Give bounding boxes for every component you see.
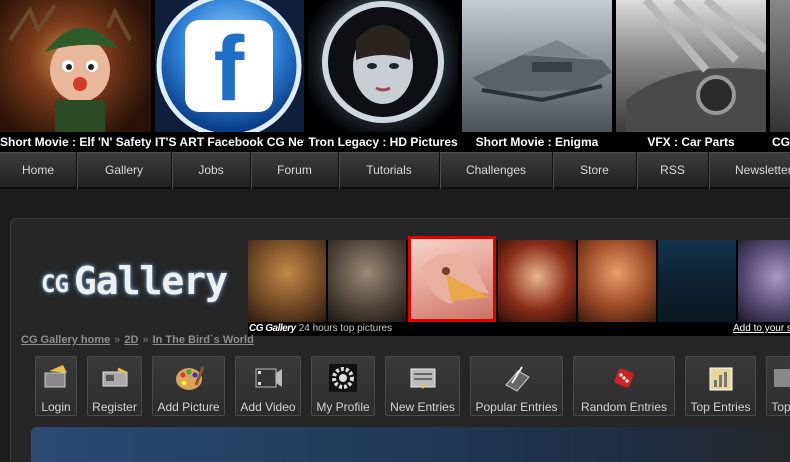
partial-image <box>770 0 790 132</box>
featured-caption[interactable]: Short Movie : Enigma <box>462 132 612 152</box>
nav-challenges[interactable]: Challenges <box>440 151 553 189</box>
login-key-icon <box>44 365 67 388</box>
nav-store[interactable]: Store <box>553 151 637 189</box>
add-picture-button[interactable]: Add Picture <box>152 356 225 416</box>
cg-gallery-logo[interactable]: CG Gallery <box>41 257 251 309</box>
gear-icon <box>329 364 357 392</box>
featured-facebook-news[interactable]: f IT'S ART Facebook CG News <box>155 0 304 152</box>
nav-newsletter[interactable]: Newsletter <box>709 152 790 189</box>
thumb-warrior[interactable] <box>248 240 326 322</box>
thumb-skull-creature[interactable] <box>738 240 790 322</box>
nav-rss[interactable]: RSS <box>637 151 709 189</box>
top-icon <box>774 369 790 387</box>
featured-caption[interactable]: VFX : Car Parts <box>616 132 766 152</box>
add-to-site-link[interactable]: Add to your site <box>733 322 790 336</box>
breadcrumb-home[interactable]: CG Gallery home <box>21 334 110 346</box>
thumb-fire-woman[interactable] <box>498 240 576 322</box>
featured-caption[interactable]: IT'S ART Facebook CG News <box>155 132 304 152</box>
nav-gallery[interactable]: Gallery <box>77 151 172 189</box>
breadcrumb: CG Gallery home» 2D» In The Bird`s World <box>21 334 254 346</box>
logo-text: CG Gallery <box>41 259 228 303</box>
caption-subtitle: 24 hours top pictures <box>298 323 393 334</box>
breadcrumb-separator: » <box>142 334 149 346</box>
my-profile-button[interactable]: My Profile <box>311 356 375 416</box>
featured-tron-legacy[interactable]: Tron Legacy : HD Pictures <box>308 0 458 152</box>
elf-character-image <box>0 0 151 132</box>
page: Short Movie : Elf 'N' Safety f IT'S ART … <box>0 0 790 462</box>
featured-enigma[interactable]: Short Movie : Enigma <box>462 0 612 152</box>
nav-forum[interactable]: Forum <box>251 151 339 189</box>
gallery-panel: CG Gallery CG Gallery 24 hours top picture… <box>10 218 790 462</box>
nav-home[interactable]: Home <box>0 151 77 189</box>
nav-tutorials[interactable]: Tutorials <box>339 151 440 189</box>
register-button[interactable]: Register <box>87 356 142 416</box>
featured-partial[interactable]: CG <box>770 0 790 152</box>
facebook-logo-image: f <box>155 0 304 139</box>
palette-icon <box>175 366 204 390</box>
featured-caption[interactable]: Tron Legacy : HD Pictures <box>308 132 458 152</box>
dice-icon <box>614 368 634 388</box>
facebook-letter: f <box>214 18 245 120</box>
gallery-toolbar: Login Register Add Picture Add Video My … <box>35 356 790 416</box>
featured-caption[interactable]: Short Movie : Elf 'N' Safety <box>0 132 151 152</box>
new-entries-icon <box>410 368 435 389</box>
tron-helmet-image <box>308 0 458 132</box>
register-card-icon <box>102 367 127 387</box>
nav-jobs[interactable]: Jobs <box>172 151 251 189</box>
thumb-bird-man-selected[interactable] <box>408 236 496 322</box>
caption-brand: CG Gallery <box>249 323 296 334</box>
thumb-steampunk[interactable] <box>328 240 406 322</box>
top-button[interactable]: Top <box>766 356 790 416</box>
featured-car-parts[interactable]: VFX : Car Parts <box>616 0 766 152</box>
featured-strip: Short Movie : Elf 'N' Safety f IT'S ART … <box>0 0 790 152</box>
spaceship-image <box>462 0 612 132</box>
top-pictures-carousel <box>248 236 790 322</box>
main-nav: Home Gallery Jobs Forum Tutorials Challe… <box>0 151 790 189</box>
top-entries-button[interactable]: Top Entries <box>685 356 756 416</box>
carousel-caption: CG Gallery 24 hours top pictures Add to y… <box>248 322 790 336</box>
featured-elf-safety[interactable]: Short Movie : Elf 'N' Safety <box>0 0 151 152</box>
breadcrumb-current[interactable]: In The Bird`s World <box>153 334 254 346</box>
add-video-button[interactable]: Add Video <box>235 356 301 416</box>
thumb-comic-panels[interactable] <box>658 240 736 322</box>
car-parts-image <box>616 0 766 132</box>
login-button[interactable]: Login <box>35 356 77 416</box>
thumb-redhead-portrait[interactable] <box>578 240 656 322</box>
chart-note-icon <box>709 367 732 391</box>
content-header-bar <box>31 427 790 462</box>
breadcrumb-2d[interactable]: 2D <box>124 334 138 346</box>
featured-caption[interactable]: CG <box>770 132 790 152</box>
popular-entries-button[interactable]: Popular Entries <box>470 356 563 416</box>
random-entries-button[interactable]: Random Entries <box>573 356 675 416</box>
new-entries-button[interactable]: New Entries <box>385 356 460 416</box>
breadcrumb-separator: » <box>114 334 121 346</box>
tablet-pen-icon <box>504 366 530 392</box>
film-strip-icon <box>255 368 282 388</box>
